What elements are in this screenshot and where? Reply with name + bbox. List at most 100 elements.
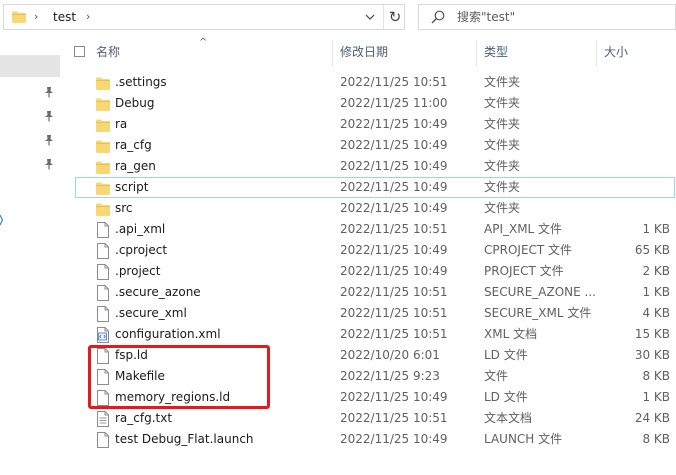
file-row[interactable]: configuration.xml 2022/11/25 10:51 XML 文档 1… [60, 324, 676, 345]
column-modified[interactable]: 修改日期 [340, 45, 388, 59]
file-name[interactable]: .cproject [115, 243, 167, 258]
file-row[interactable]: .secure_azone 2022/11/25 10:51 SECURE_AZON… [60, 282, 676, 303]
folder-icon [96, 180, 110, 196]
sort-ascending-icon: ^ [199, 37, 208, 48]
file-name[interactable]: .api_xml [115, 222, 165, 237]
file-icon [96, 222, 110, 238]
file-modified-date: 2022/11/25 10:49 [340, 201, 448, 215]
folder-row[interactable]: .settings 2022/11/25 10:51 文件夹 [60, 72, 676, 93]
file-name[interactable]: .secure_xml [115, 306, 187, 321]
file-name[interactable]: configuration.xml [115, 327, 221, 342]
file-modified-date: 2022/11/25 10:49 [340, 117, 448, 131]
column-divider[interactable] [476, 40, 477, 66]
file-name[interactable]: ra [115, 117, 127, 132]
column-size[interactable]: 大小 [604, 45, 628, 59]
nav-expand-icon[interactable] [0, 213, 3, 227]
file-name[interactable]: .project [115, 264, 160, 279]
file-row[interactable]: ra_cfg.txt 2022/11/25 10:51 文本文档 24 KB [60, 408, 676, 429]
file-name[interactable]: ra_cfg [115, 138, 152, 153]
file-type: API_XML 文件 [484, 222, 563, 236]
file-row[interactable]: .secure_xml 2022/11/25 10:51 SECURE_XML 文件… [60, 303, 676, 324]
file-type: 文件夹 [484, 180, 521, 194]
file-modified-date: 2022/11/25 10:51 [340, 411, 448, 425]
column-name[interactable]: 名称 [96, 45, 120, 59]
file-name[interactable]: ra_gen [115, 159, 156, 174]
file-modified-date: 2022/11/25 10:51 [340, 222, 448, 236]
file-row[interactable]: .project 2022/11/25 10:49 PROJECT 文件 2 KB [60, 261, 676, 282]
file-modified-date: 2022/11/25 10:49 [340, 159, 448, 173]
file-type: XML 文档 [484, 327, 538, 341]
file-icon [96, 285, 110, 301]
file-type: PROJECT 文件 [484, 264, 564, 278]
file-size: 1 KB [642, 285, 670, 299]
file-modified-date: 2022/11/25 10:49 [340, 180, 448, 194]
pin-icon[interactable] [44, 86, 54, 98]
breadcrumb-separator-icon[interactable]: › [86, 10, 90, 24]
xml-file-icon [96, 327, 110, 343]
search-input[interactable]: 搜索"test" [457, 10, 515, 25]
folder-row[interactable]: Debug 2022/11/25 11:00 文件夹 [60, 93, 676, 114]
file-icon [96, 243, 110, 259]
file-type: 文件夹 [484, 138, 521, 152]
file-size: 65 KB [634, 243, 670, 257]
folder-icon [96, 159, 110, 175]
file-row[interactable]: .api_xml 2022/11/25 10:51 API_XML 文件 1 KB [60, 219, 676, 240]
address-bar[interactable]: › test › ↻ [3, 4, 405, 30]
folder-row[interactable]: script 2022/11/25 10:49 文件夹 [60, 177, 676, 198]
file-type: 文件夹 [484, 201, 521, 215]
file-type: SECURE_AZONE ... [484, 285, 596, 299]
file-size: 1 KB [642, 390, 670, 404]
file-type: 文件夹 [484, 96, 521, 110]
search-box[interactable]: 搜索"test" [418, 4, 676, 30]
file-type: CPROJECT 文件 [484, 243, 573, 257]
file-type: LAUNCH 文件 [484, 432, 563, 446]
file-size: 1 KB [642, 222, 670, 236]
text-file-icon [96, 411, 110, 427]
file-name[interactable]: .secure_azone [115, 285, 201, 300]
file-type: 文本文档 [484, 411, 533, 425]
select-all-checkbox[interactable] [74, 46, 85, 57]
folder-row[interactable]: ra 2022/11/25 10:49 文件夹 [60, 114, 676, 135]
folder-row[interactable]: src 2022/11/25 10:49 文件夹 [60, 198, 676, 219]
file-size: 24 KB [634, 411, 670, 425]
pin-icon[interactable] [44, 158, 54, 170]
column-divider[interactable] [596, 40, 597, 66]
file-size: 8 KB [642, 432, 670, 446]
file-row[interactable]: test Debug_Flat.launch 2022/11/25 10:49 LA… [60, 429, 676, 450]
file-modified-date: 2022/11/25 10:49 [340, 243, 448, 257]
column-type[interactable]: 类型 [484, 45, 508, 59]
file-modified-date: 2022/11/25 10:51 [340, 75, 448, 89]
breadcrumb-separator-icon[interactable]: › [34, 10, 38, 24]
search-icon [431, 10, 445, 24]
file-row[interactable]: .cproject 2022/11/25 10:49 CPROJECT 文件 65 K… [60, 240, 676, 261]
file-name[interactable]: .settings [115, 75, 167, 90]
pin-icon[interactable] [44, 134, 54, 146]
pin-icon[interactable] [44, 110, 54, 122]
nav-selected-item[interactable] [0, 55, 60, 77]
folder-row[interactable]: ra_gen 2022/11/25 10:49 文件夹 [60, 156, 676, 177]
file-size: 15 KB [634, 327, 670, 341]
folder-icon [12, 11, 26, 23]
refresh-button[interactable]: ↻ [383, 5, 406, 29]
folder-row[interactable]: ra_cfg 2022/11/25 10:49 文件夹 [60, 135, 676, 156]
file-icon [96, 432, 110, 448]
file-name[interactable]: test Debug_Flat.launch [115, 432, 254, 447]
file-size: 4 KB [642, 306, 670, 320]
file-size: 2 KB [642, 264, 670, 278]
file-modified-date: 2022/11/25 10:51 [340, 327, 448, 341]
file-name[interactable]: src [115, 201, 133, 216]
file-modified-date: 2022/11/25 10:51 [340, 285, 448, 299]
file-modified-date: 2022/11/25 10:49 [340, 138, 448, 152]
file-name[interactable]: script [115, 180, 148, 195]
address-history-dropdown[interactable] [359, 5, 381, 29]
folder-icon [96, 96, 110, 112]
file-name[interactable]: Debug [115, 96, 154, 111]
file-name[interactable]: ra_cfg.txt [115, 411, 172, 426]
breadcrumb-test[interactable]: test [53, 10, 76, 25]
file-modified-date: 2022/11/25 10:51 [340, 306, 448, 320]
folder-icon [96, 201, 110, 217]
column-divider[interactable] [332, 40, 333, 66]
navigation-pane [0, 36, 60, 475]
folder-icon [96, 117, 110, 133]
file-icon [96, 264, 110, 280]
